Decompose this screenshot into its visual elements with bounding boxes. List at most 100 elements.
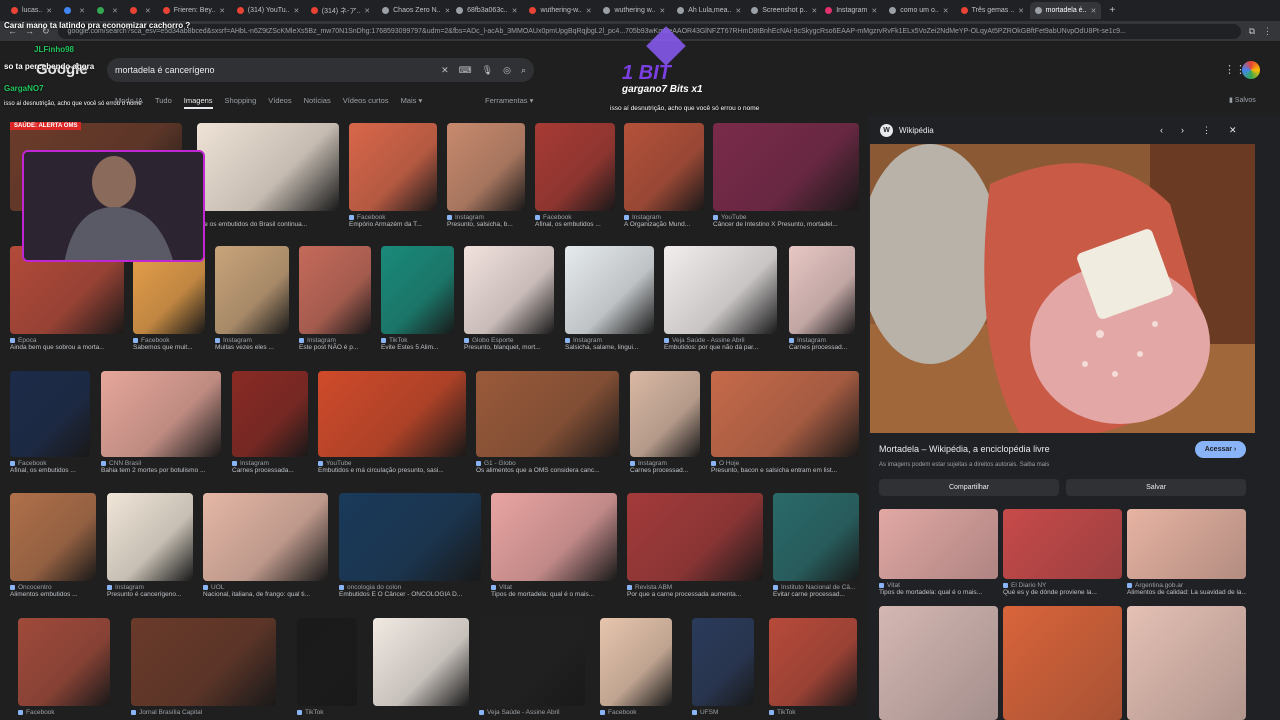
image-result-caption[interactable]: Veja Saúde - Assine Abril	[479, 709, 585, 716]
image-result-caption[interactable]: UOL Nacional, italiana, de frango: qual t…	[203, 584, 328, 598]
browser-tab[interactable]: 68fb3a063c.. ✕	[451, 2, 522, 19]
image-result-caption[interactable]: Instagram Carnes processad...	[630, 460, 700, 474]
tab-close-icon[interactable]: ✕	[871, 7, 877, 15]
panel-source[interactable]: W Wikipédia	[880, 124, 934, 137]
image-result-caption[interactable]: Facebook Sabemos que muit...	[133, 337, 205, 351]
image-result-thumbnail[interactable]	[479, 618, 585, 706]
image-result-thumbnail[interactable]	[447, 123, 525, 211]
browser-tab[interactable]: ✕	[59, 2, 90, 19]
search-tab[interactable]: Notícias	[304, 96, 331, 109]
image-result-caption[interactable]: Época Ainda bem que sobrou a morta...	[10, 337, 124, 351]
browser-tab[interactable]: Três gemas .. ✕	[956, 2, 1028, 19]
image-result-caption[interactable]: O Hoje Presunto, bacon e salsicha entram …	[711, 460, 859, 474]
tab-close-icon[interactable]: ✕	[364, 7, 370, 15]
browser-tab[interactable]: ✕	[92, 2, 123, 19]
image-result-caption[interactable]: G1 - Globo Os alimentos que a OMS conside…	[476, 460, 619, 474]
image-result-thumbnail[interactable]	[789, 246, 855, 334]
image-result-thumbnail[interactable]	[18, 618, 110, 706]
image-result-caption[interactable]: Instagram Carnes processada...	[232, 460, 308, 474]
tab-close-icon[interactable]: ✕	[659, 7, 665, 15]
mic-icon[interactable]: 🎙	[482, 65, 493, 76]
extensions-icon[interactable]: ⧉	[1249, 26, 1255, 37]
tab-close-icon[interactable]: ✕	[512, 7, 518, 15]
image-result-caption[interactable]: Veja Saúde - Assine Abril Embutidos: por …	[664, 337, 777, 351]
saved-link[interactable]: ▮ Salvos	[1229, 96, 1256, 104]
close-icon[interactable]: ✕	[1229, 125, 1237, 136]
tab-close-icon[interactable]: ✕	[1090, 7, 1096, 15]
tab-close-icon[interactable]: ✕	[79, 7, 85, 15]
menu-icon[interactable]: ⋮	[1263, 26, 1272, 37]
search-tab[interactable]: Vídeos curtos	[343, 96, 389, 109]
image-result-thumbnail[interactable]	[630, 371, 700, 457]
image-result-thumbnail[interactable]	[297, 618, 357, 706]
image-result-thumbnail[interactable]	[711, 371, 859, 457]
image-result-thumbnail[interactable]	[713, 123, 859, 211]
url-field[interactable]: google.com/search?sca_esv=e5d34ab8bced&s…	[57, 23, 1241, 39]
save-button[interactable]: Salvar	[1066, 479, 1246, 496]
related-image[interactable]	[1127, 509, 1246, 579]
tab-close-icon[interactable]: ✕	[943, 7, 949, 15]
image-result-thumbnail[interactable]	[339, 493, 481, 581]
image-result-caption[interactable]: Facebook Afinal, os embutidos ...	[10, 460, 90, 474]
related-image[interactable]	[879, 509, 998, 579]
panel-title[interactable]: Mortadela – Wikipédia, a enciclopédia li…	[879, 444, 1050, 454]
browser-tab[interactable]: ✕	[125, 2, 156, 19]
browser-tab[interactable]: (314) YouTu.. ✕	[232, 2, 304, 19]
image-result-thumbnail[interactable]	[197, 123, 339, 211]
image-result-thumbnail[interactable]	[464, 246, 554, 334]
browser-tab[interactable]: Frieren: Bey.. ✕	[158, 2, 230, 19]
image-result-caption[interactable]: Revista ABM Por que a carne processada au…	[627, 584, 763, 598]
image-result-thumbnail[interactable]	[381, 246, 454, 334]
tab-close-icon[interactable]: ✕	[294, 7, 300, 15]
image-result-thumbnail[interactable]	[565, 246, 654, 334]
image-result-thumbnail[interactable]	[476, 371, 619, 457]
image-result-thumbnail[interactable]	[627, 493, 763, 581]
image-result-caption[interactable]: Jornal Brasília Capital	[131, 709, 276, 716]
next-icon[interactable]: ›	[1181, 125, 1184, 136]
image-result-caption[interactable]: TikTok Evite Estes 5 Alim...	[381, 337, 454, 351]
image-result-caption[interactable]: oncologia do colon Embutidos E O Câncer -…	[339, 584, 481, 598]
tab-close-icon[interactable]: ✕	[811, 7, 817, 15]
tab-close-icon[interactable]: ✕	[586, 7, 592, 15]
image-result-caption[interactable]: Instagram Este post NÃO é p...	[299, 337, 371, 351]
related-caption[interactable]: Vitat Tipos de mortadela: qual é o mais..…	[879, 582, 998, 596]
image-result-caption[interactable]: Instagram Presunto, salsicha, b...	[447, 214, 525, 228]
browser-tab[interactable]: (314) ネ-ア.. ✕	[306, 2, 375, 19]
image-result-thumbnail[interactable]	[203, 493, 328, 581]
image-result-thumbnail[interactable]	[773, 493, 859, 581]
image-result-thumbnail[interactable]	[318, 371, 466, 457]
image-result-caption[interactable]: Instituto Nacional de Câ... Evitar carne …	[773, 584, 859, 598]
image-result-caption[interactable]: Facebook Afinal, os embutidos ...	[535, 214, 615, 228]
search-box[interactable]: mortadela é cancerígeno ✕ ⌨ 🎙 ◎ ⌕	[107, 58, 534, 82]
image-result-caption[interactable]: Instagram Presunto é cancerígeno...	[107, 584, 193, 598]
image-result-thumbnail[interactable]	[769, 618, 857, 706]
related-image[interactable]	[1003, 509, 1122, 579]
keyboard-icon[interactable]: ⌨	[459, 65, 472, 76]
image-result-thumbnail[interactable]	[131, 618, 276, 706]
image-result-caption[interactable]: TikTok	[297, 709, 357, 716]
image-result-caption[interactable]: TikTok	[769, 709, 857, 716]
image-result-caption[interactable]: Instagram Carnes processad...	[789, 337, 855, 351]
lens-icon[interactable]: ◎	[503, 65, 511, 76]
preview-image[interactable]	[870, 144, 1255, 433]
search-input[interactable]: mortadela é cancerígeno	[115, 65, 431, 75]
clear-icon[interactable]: ✕	[441, 65, 449, 76]
browser-tab[interactable]: mortadela é.. ✕	[1029, 2, 1102, 19]
browser-tab[interactable]: wuthering-w.. ✕	[524, 2, 596, 19]
browser-tab[interactable]: Instagram ✕	[820, 2, 882, 19]
search-tab[interactable]: Shopping	[225, 96, 257, 109]
browser-tab[interactable]: como um o.. ✕	[884, 2, 953, 19]
image-result-caption[interactable]: Instagram Salsicha, salame, lingui...	[565, 337, 654, 351]
tools-button[interactable]: Ferramentas ▾	[485, 96, 533, 105]
image-result-caption[interactable]: UFSM	[692, 709, 754, 716]
image-result-thumbnail[interactable]	[107, 493, 193, 581]
related-caption[interactable]: Argentina.gob.ar Alimentos de calidad: La…	[1127, 582, 1246, 596]
tab-close-icon[interactable]: ✕	[145, 7, 151, 15]
image-result-thumbnail[interactable]	[10, 371, 90, 457]
image-result-caption[interactable]: Facebook	[18, 709, 110, 716]
image-result-caption[interactable]: YouTube Embutidos e má circulação presunt…	[318, 460, 466, 474]
image-result-caption[interactable]: Globo Esporte Presunto, blanquet, mort...	[464, 337, 554, 351]
image-result-thumbnail[interactable]	[664, 246, 777, 334]
tab-close-icon[interactable]: ✕	[219, 7, 225, 15]
browser-tab[interactable]: Ah Lula,mea.. ✕	[672, 2, 744, 19]
